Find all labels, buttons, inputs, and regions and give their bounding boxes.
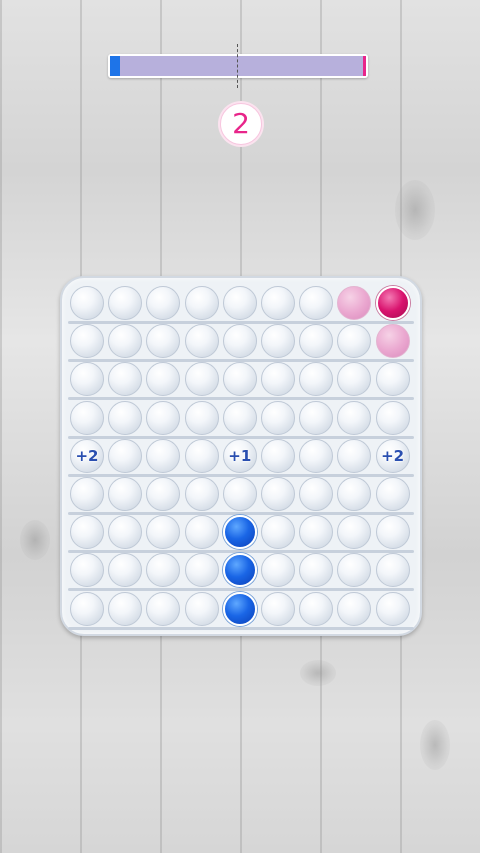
bubble-empty[interactable] <box>108 362 143 397</box>
bubble-empty[interactable] <box>299 400 334 435</box>
progress-bar <box>108 54 368 78</box>
bubble-empty[interactable] <box>184 362 219 397</box>
bubble-blue[interactable] <box>222 515 257 550</box>
bubble-blue[interactable] <box>222 553 257 588</box>
bonus-label: +2 <box>75 446 99 465</box>
bubble-empty[interactable] <box>184 400 219 435</box>
bubble-empty[interactable] <box>222 362 257 397</box>
bubble-empty[interactable] <box>146 324 181 359</box>
bubble-empty[interactable] <box>70 362 104 397</box>
bubble-empty[interactable] <box>222 286 257 320</box>
bubble-empty[interactable] <box>184 324 219 359</box>
progress-track <box>110 56 366 76</box>
bubble-empty[interactable] <box>337 553 372 588</box>
bubble-blue[interactable] <box>222 591 257 626</box>
bubble-empty[interactable] <box>70 400 104 435</box>
bubble-empty[interactable]: +2 <box>375 438 410 473</box>
bubble-empty[interactable] <box>261 362 295 397</box>
bubble-empty[interactable] <box>146 286 181 320</box>
bubble-empty[interactable] <box>261 438 295 473</box>
bubble-empty[interactable] <box>70 553 104 588</box>
bubble-empty[interactable] <box>375 362 410 397</box>
bubble-empty[interactable] <box>299 515 334 550</box>
bubble-empty[interactable] <box>70 591 104 626</box>
bubble-empty[interactable] <box>108 324 143 359</box>
bubble-empty[interactable] <box>146 400 181 435</box>
bonus-label: +2 <box>381 446 405 465</box>
bubble-empty[interactable] <box>299 286 334 320</box>
wood-knot <box>395 180 435 240</box>
bubble-empty[interactable] <box>184 477 219 511</box>
bubble-empty[interactable] <box>108 515 143 550</box>
bubble-empty[interactable] <box>184 515 219 550</box>
bubble-empty[interactable] <box>261 591 295 626</box>
bubble-empty[interactable] <box>108 400 143 435</box>
pink-progress-fill <box>363 56 366 76</box>
bubble-empty[interactable] <box>70 477 104 511</box>
bubble-empty[interactable] <box>222 477 257 511</box>
bubble-empty[interactable] <box>299 362 334 397</box>
bubble-pink-light[interactable] <box>375 324 410 359</box>
progress-midpoint-marker <box>237 44 238 88</box>
score-badge: 2 <box>220 103 262 145</box>
bubble-empty[interactable] <box>184 438 219 473</box>
bubble-empty[interactable] <box>108 286 143 320</box>
wood-knot <box>300 660 336 686</box>
bubble-empty[interactable] <box>146 553 181 588</box>
bubble-pink-dark[interactable] <box>375 286 410 320</box>
bubble-empty[interactable] <box>146 477 181 511</box>
blue-progress-fill <box>110 56 121 76</box>
bubble-empty[interactable] <box>184 591 219 626</box>
bubble-empty[interactable] <box>108 553 143 588</box>
bubble-empty[interactable] <box>70 324 104 359</box>
row-divider <box>68 397 414 401</box>
bubble-empty[interactable] <box>146 438 181 473</box>
bubble-empty[interactable] <box>222 324 257 359</box>
wood-knot <box>420 720 450 770</box>
bubble-empty[interactable] <box>184 286 219 320</box>
bubble-empty[interactable] <box>184 553 219 588</box>
bubble-empty[interactable] <box>261 477 295 511</box>
bubble-empty[interactable] <box>299 438 334 473</box>
bubble-empty[interactable] <box>261 400 295 435</box>
bubble-empty[interactable] <box>222 400 257 435</box>
bubble-empty[interactable] <box>375 591 410 626</box>
bubble-empty[interactable] <box>261 286 295 320</box>
bubble-empty[interactable] <box>146 591 181 626</box>
bubble-empty[interactable] <box>146 362 181 397</box>
bubble-empty[interactable]: +2 <box>70 438 104 473</box>
bubble-empty[interactable] <box>337 477 372 511</box>
bubble-pink-light[interactable] <box>337 286 372 320</box>
bubble-empty[interactable] <box>261 553 295 588</box>
bubble-empty[interactable] <box>337 362 372 397</box>
bubble-empty[interactable] <box>337 591 372 626</box>
bubble-empty[interactable] <box>299 324 334 359</box>
bubble-empty[interactable]: +1 <box>222 438 257 473</box>
bubble-empty[interactable] <box>108 591 143 626</box>
bubble-empty[interactable] <box>108 477 143 511</box>
bonus-label: +1 <box>228 446 252 465</box>
bubble-empty[interactable] <box>337 515 372 550</box>
row-divider <box>68 588 414 592</box>
bubble-empty[interactable] <box>146 515 181 550</box>
pop-it-board: +2 +1 +2 <box>60 276 422 636</box>
bubble-empty[interactable] <box>337 400 372 435</box>
bubble-empty[interactable] <box>337 438 372 473</box>
bubble-empty[interactable] <box>375 477 410 511</box>
bubble-empty[interactable] <box>299 591 334 626</box>
bubble-empty[interactable] <box>261 324 295 359</box>
bubble-empty[interactable] <box>70 515 104 550</box>
row-divider <box>68 626 414 630</box>
bubble-empty[interactable] <box>261 515 295 550</box>
bubble-empty[interactable] <box>299 553 334 588</box>
bubble-empty[interactable] <box>375 515 410 550</box>
bubble-empty[interactable] <box>337 324 372 359</box>
bubble-empty[interactable] <box>70 286 104 320</box>
wood-knot <box>20 520 50 560</box>
bubble-empty[interactable] <box>299 477 334 511</box>
bubble-empty[interactable] <box>108 438 143 473</box>
bubble-empty[interactable] <box>375 553 410 588</box>
bubble-empty[interactable] <box>375 400 410 435</box>
